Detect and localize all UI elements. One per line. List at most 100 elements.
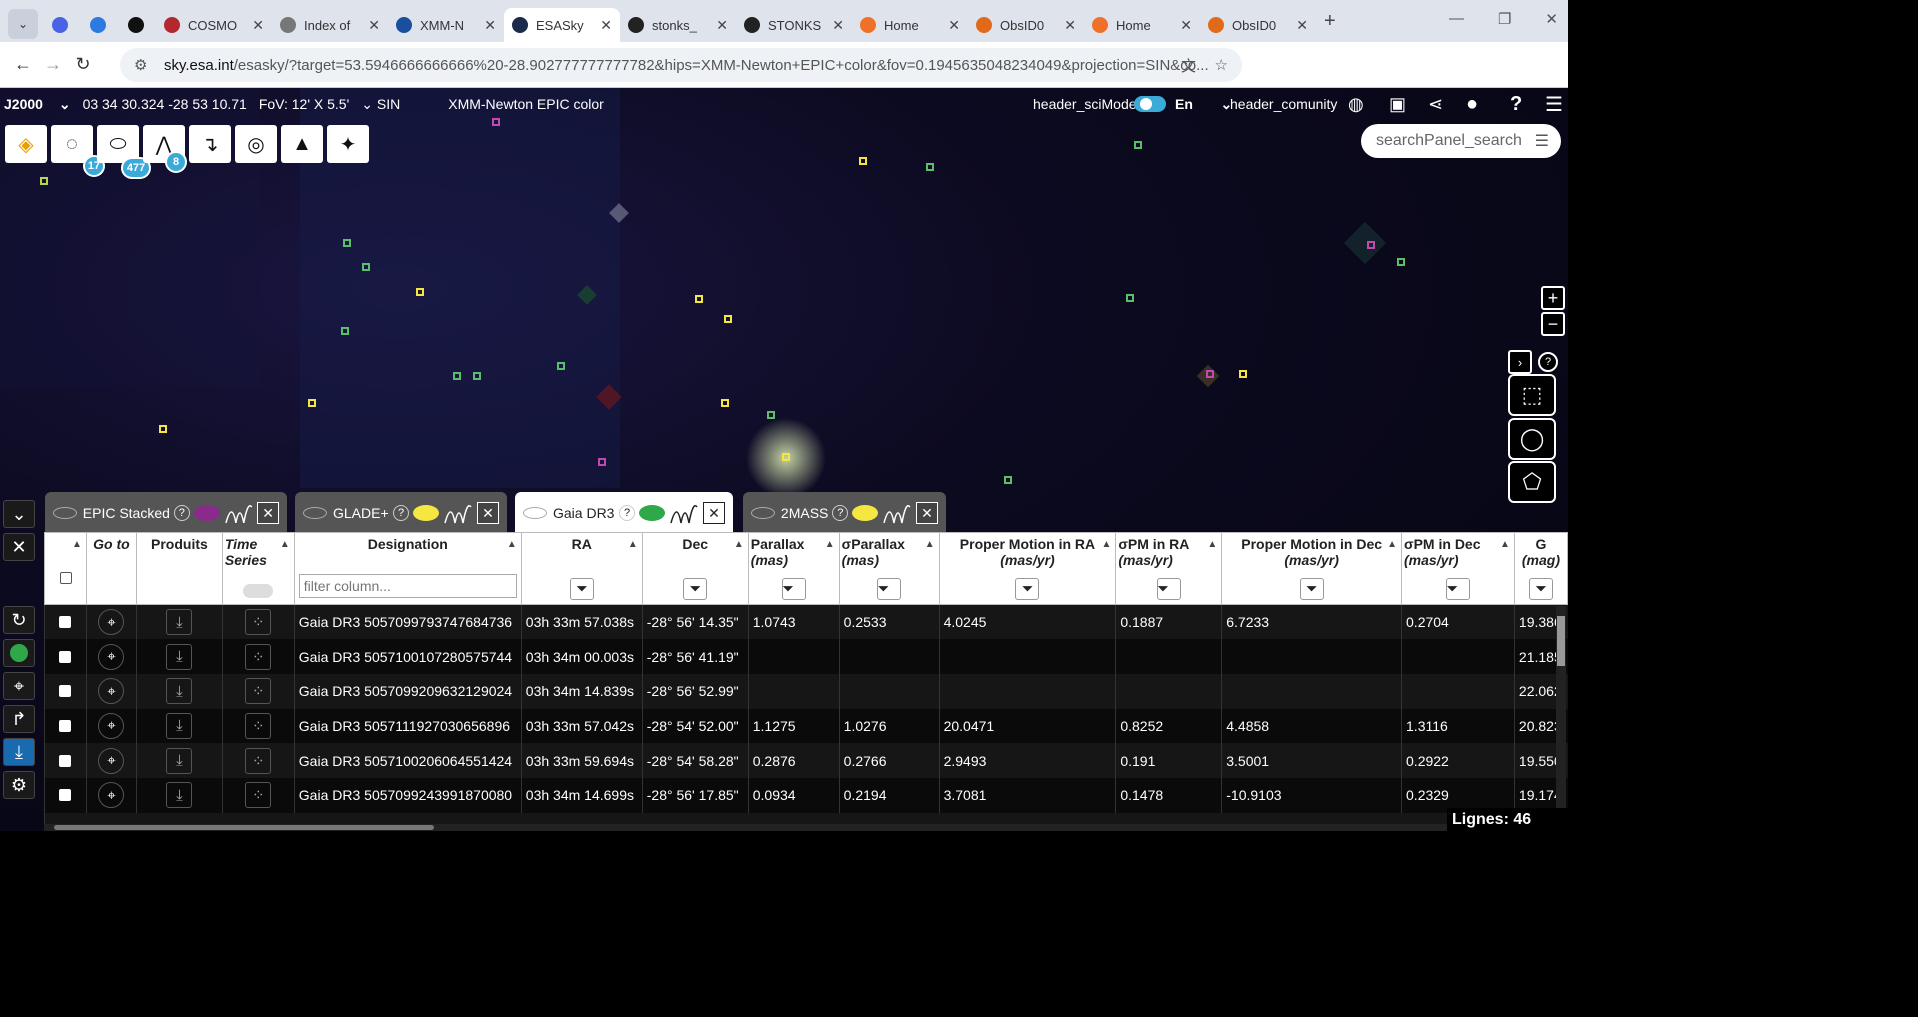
time-series-toggle[interactable]: [242, 584, 273, 598]
tools-help-icon[interactable]: ?: [1538, 352, 1558, 372]
browser-tab[interactable]: [80, 8, 118, 42]
tab-close-icon[interactable]: ✕: [1296, 17, 1308, 34]
scrollbar-thumb[interactable]: [54, 825, 434, 830]
sample-wave-icon[interactable]: [882, 501, 912, 525]
tab-search-button[interactable]: ⌄: [8, 9, 38, 39]
center-coordinates[interactable]: 03 34 30.324 -28 53 10.71: [83, 96, 247, 112]
source-marker[interactable]: [40, 177, 48, 185]
site-info-icon[interactable]: ⚙: [134, 56, 154, 74]
source-marker[interactable]: [343, 239, 351, 247]
browser-tab[interactable]: stonks_ ✕: [620, 8, 736, 42]
tab-help-icon[interactable]: ?: [832, 505, 849, 521]
scatter-plot-icon[interactable]: ⁘: [245, 712, 272, 739]
color-button[interactable]: [3, 639, 35, 667]
explore-observations-button[interactable]: ⬭ 477: [97, 125, 151, 179]
table-row[interactable]: ⌖ ⤓ ⁘ Gaia DR3 5057100107280575744 03h 34m 0…: [44, 639, 1568, 674]
target-list-button[interactable]: ↴: [189, 125, 231, 163]
help-icon[interactable]: ?: [1510, 93, 1522, 116]
tab-close-icon[interactable]: ✕: [484, 17, 496, 34]
select-all-checkbox[interactable]: [60, 572, 72, 584]
zoom-in-button[interactable]: +: [1541, 286, 1565, 310]
results-tab[interactable]: 2MASS? ✕: [743, 492, 946, 534]
sort-icon[interactable]: ▲: [72, 539, 82, 550]
filter-icon[interactable]: ⏷: [683, 578, 708, 600]
tab-close-icon[interactable]: ✕: [948, 17, 960, 34]
source-marker[interactable]: [1206, 370, 1214, 378]
download-icon[interactable]: ⤓: [166, 712, 193, 739]
browser-tab[interactable]: [118, 8, 156, 42]
table-row[interactable]: ⌖ ⤓ ⁘ Gaia DR3 5057099793747684736 03h 33m 5…: [44, 604, 1568, 640]
results-tab[interactable]: Gaia DR3? ✕: [515, 492, 733, 534]
sort-icon[interactable]: ▲: [1207, 539, 1217, 550]
tab-help-icon[interactable]: ?: [173, 505, 190, 521]
refresh-button[interactable]: ↻: [3, 606, 35, 634]
source-marker[interactable]: [473, 372, 481, 380]
forward-icon[interactable]: →: [38, 54, 68, 75]
crosshair-icon[interactable]: ⌖: [98, 643, 125, 670]
browser-tab[interactable]: [42, 8, 80, 42]
browser-tab[interactable]: ObsID0 ✕: [1200, 8, 1316, 42]
catalogue-color-swatch[interactable]: [193, 505, 220, 521]
filter-icon[interactable]: ⏷: [1445, 578, 1470, 600]
close-tab-icon[interactable]: ✕: [257, 502, 279, 524]
download-table-button[interactable]: ⤓: [3, 738, 35, 766]
close-tab-icon[interactable]: ✕: [703, 502, 725, 524]
table-row[interactable]: ⌖ ⤓ ⁘ Gaia DR3 5057100206064551424 03h 33m 5…: [44, 743, 1568, 778]
scatter-plot-icon[interactable]: ⁘: [245, 678, 272, 705]
spectra-button[interactable]: ⋀ 8: [143, 125, 187, 173]
camera-icon[interactable]: ▣: [1389, 94, 1406, 115]
download-icon[interactable]: ⤓: [166, 643, 193, 670]
results-tab[interactable]: GLADE+? ✕: [295, 492, 507, 534]
source-marker[interactable]: [1239, 370, 1247, 378]
science-mode-button[interactable]: ▲: [281, 125, 323, 163]
row-checkbox[interactable]: [59, 754, 72, 767]
source-marker[interactable]: [1367, 241, 1375, 249]
source-marker[interactable]: [1004, 476, 1012, 484]
browser-tab[interactable]: XMM-N ✕: [388, 8, 504, 42]
browser-tab[interactable]: Home ✕: [1084, 8, 1200, 42]
browser-tab[interactable]: ESASky ✕: [504, 8, 620, 42]
sample-wave-icon[interactable]: [443, 501, 473, 525]
share-icon[interactable]: ⋖: [1428, 94, 1443, 115]
horizontal-scrollbar[interactable]: [44, 824, 1554, 831]
download-icon[interactable]: ⤓: [166, 782, 193, 809]
table-row[interactable]: [44, 812, 1568, 824]
minimize-icon[interactable]: —: [1449, 10, 1464, 28]
hips-name[interactable]: XMM-Newton EPIC color: [448, 96, 604, 112]
source-marker[interactable]: [492, 118, 500, 126]
tab-close-icon[interactable]: ✕: [1180, 17, 1192, 34]
scrollbar-thumb[interactable]: [1557, 616, 1565, 666]
sci-mode-toggle[interactable]: [1134, 96, 1166, 112]
tab-close-icon[interactable]: ✕: [368, 17, 380, 34]
tab-close-icon[interactable]: ✕: [716, 17, 728, 34]
explore-catalogues-button[interactable]: ◌ 17: [51, 125, 105, 177]
sort-icon[interactable]: ▲: [1101, 539, 1111, 550]
layers-button[interactable]: ◈: [5, 125, 47, 163]
close-tab-icon[interactable]: ✕: [477, 502, 499, 524]
source-marker[interactable]: [724, 315, 732, 323]
filter-icon[interactable]: ⏷: [781, 578, 806, 600]
search-input[interactable]: searchPanel_search ☰: [1361, 124, 1561, 158]
crosshair-icon[interactable]: ⌖: [98, 678, 125, 705]
row-checkbox[interactable]: [59, 685, 72, 698]
filter-icon[interactable]: ⏷: [877, 578, 902, 600]
filter-icon[interactable]: ⏷: [1299, 578, 1324, 600]
coordinate-frame-select[interactable]: J2000 ⌄: [4, 96, 71, 113]
sort-icon[interactable]: ▲: [734, 539, 744, 550]
box-select-button[interactable]: ⬚: [1508, 374, 1556, 416]
source-marker[interactable]: [416, 288, 424, 296]
sort-icon[interactable]: ▲: [925, 539, 935, 550]
close-window-icon[interactable]: ✕: [1545, 10, 1558, 28]
source-marker[interactable]: [695, 295, 703, 303]
download-icon[interactable]: ⤓: [166, 678, 193, 705]
back-icon[interactable]: ←: [8, 54, 38, 75]
source-marker[interactable]: [159, 425, 167, 433]
sort-icon[interactable]: ▲: [825, 539, 835, 550]
crosshair-icon[interactable]: ⌖: [98, 609, 125, 636]
url-input[interactable]: ⚙ sky.esa.int /esasky/?target=53.5946666…: [120, 48, 1242, 82]
vertical-scrollbar[interactable]: [1556, 606, 1566, 824]
scatter-plot-icon[interactable]: ⁘: [245, 782, 272, 809]
sort-icon[interactable]: ▲: [1387, 539, 1397, 550]
center-button[interactable]: ⌖: [3, 672, 35, 700]
results-tab[interactable]: EPIC Stacked? ✕: [45, 492, 287, 534]
